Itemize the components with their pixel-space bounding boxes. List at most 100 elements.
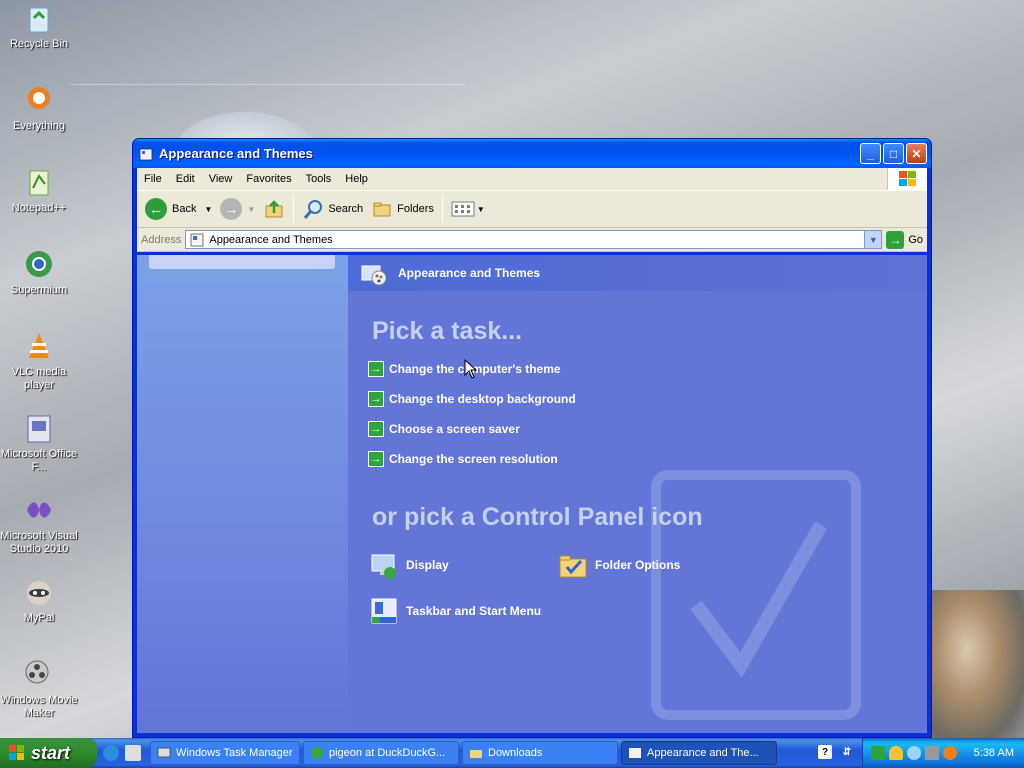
- taskbar-button-label: Appearance and The...: [647, 747, 759, 759]
- search-button[interactable]: Search: [298, 194, 367, 224]
- up-folder-icon: [265, 200, 283, 218]
- window-titlebar[interactable]: Appearance and Themes _ □ ✕: [133, 139, 931, 168]
- go-arrow-icon: →: [886, 230, 905, 249]
- taskbar-button-task-manager[interactable]: Windows Task Manager: [150, 741, 300, 765]
- help-icon[interactable]: ?: [818, 745, 832, 759]
- show-desktop-icon[interactable]: [125, 745, 141, 761]
- go-label: Go: [908, 233, 923, 246]
- back-button[interactable]: ← Back ▼: [141, 194, 216, 224]
- taskbar-button-appearance-themes[interactable]: Appearance and The...: [621, 741, 777, 765]
- task-label: Change the screen resolution: [389, 452, 558, 466]
- movie-maker-film-icon: [25, 660, 49, 684]
- system-tray: 5:38 AM: [862, 738, 1024, 768]
- forward-button[interactable]: → ▼: [216, 194, 259, 224]
- language-bar-icon[interactable]: ⇵: [840, 745, 854, 759]
- back-dropdown-icon[interactable]: ▼: [204, 205, 212, 214]
- desktop-icon-label: Supermium: [10, 284, 68, 296]
- address-bar: Address Appearance and Themes ▼ → Go: [137, 228, 927, 252]
- views-dropdown-icon: ▼: [476, 204, 485, 214]
- category-title: Appearance and Themes: [398, 266, 541, 280]
- desktop-icon-vlc[interactable]: VLC media player: [0, 330, 78, 392]
- up-folder-button[interactable]: [259, 194, 289, 224]
- menu-view[interactable]: View: [202, 173, 240, 185]
- maximize-button[interactable]: □: [883, 143, 904, 164]
- menu-file[interactable]: File: [137, 173, 169, 185]
- minimize-button[interactable]: _: [860, 143, 881, 164]
- tray-app-icon[interactable]: [871, 746, 885, 760]
- folders-icon: [373, 202, 391, 217]
- menu-help[interactable]: Help: [338, 173, 375, 185]
- task-arrow-icon: →: [368, 391, 384, 407]
- control-panel-taskbar-start-menu[interactable]: Taskbar and Start Menu: [368, 595, 541, 627]
- folder-icon: [470, 750, 482, 758]
- supermium-browser-icon: [26, 251, 52, 277]
- window-title: Appearance and Themes: [159, 146, 313, 161]
- task-screen-resolution[interactable]: → Change the screen resolution: [368, 451, 558, 467]
- folders-button[interactable]: Folders: [367, 194, 438, 224]
- views-button[interactable]: ▼: [447, 194, 489, 224]
- task-pane: [137, 255, 348, 733]
- taskbar-button-downloads[interactable]: Downloads: [462, 741, 618, 765]
- desktop-icon-movie-maker[interactable]: Windows Movie Maker: [0, 658, 78, 720]
- close-icon: ✕: [911, 146, 922, 161]
- windows-flag-icon: [9, 745, 24, 760]
- control-panel-folder-options[interactable]: Folder Options: [557, 549, 680, 581]
- maximize-icon: □: [889, 146, 898, 161]
- quick-launch: [97, 745, 147, 761]
- clock[interactable]: 5:38 AM: [974, 747, 1014, 759]
- desktop-wallpaper-rocks: [929, 590, 1024, 740]
- search-icon: [304, 200, 323, 219]
- start-label: start: [31, 742, 71, 763]
- menu-bar: File Edit View Favorites Tools Help: [137, 168, 927, 190]
- go-button[interactable]: → Go: [886, 230, 923, 249]
- everything-tray-icon[interactable]: [943, 746, 957, 760]
- security-shield-icon[interactable]: [889, 746, 903, 760]
- taskbar-button-label: Windows Task Manager: [176, 747, 293, 759]
- control-panel-display[interactable]: Display: [368, 549, 449, 581]
- vlc-cone-icon: [29, 333, 49, 358]
- taskbar: start Windows Task Manager pigeon at Duc…: [0, 738, 1024, 768]
- desktop-icon-office[interactable]: Microsoft Office F...: [0, 412, 78, 474]
- office-document-icon: [27, 415, 51, 443]
- everything-search-icon: [28, 87, 50, 109]
- address-input[interactable]: Appearance and Themes ▼: [185, 230, 883, 249]
- desktop-icon-supermium[interactable]: Supermium: [0, 248, 78, 297]
- address-page-icon: [190, 233, 204, 246]
- volume-icon[interactable]: [925, 746, 939, 760]
- desktop-icon-label: Microsoft Visual Studio 2010: [0, 530, 78, 555]
- taskbar-button-browser[interactable]: pigeon at DuckDuckG...: [303, 741, 459, 765]
- task-arrow-icon: →: [368, 361, 384, 377]
- visual-studio-icon: [27, 502, 51, 518]
- internet-explorer-icon[interactable]: [103, 745, 119, 761]
- desktop-icon-label: Windows Movie Maker: [0, 694, 78, 719]
- forward-dropdown-icon[interactable]: ▼: [247, 205, 255, 214]
- task-arrow-icon: →: [368, 451, 384, 467]
- category-header: Appearance and Themes: [348, 255, 927, 291]
- desktop-icon-mypal[interactable]: MyPal: [0, 576, 78, 625]
- task-change-background[interactable]: → Change the desktop background: [368, 391, 576, 407]
- folder-options-icon: [559, 555, 587, 578]
- task-screen-saver[interactable]: → Choose a screen saver: [368, 421, 520, 437]
- back-arrow-icon: ←: [145, 198, 167, 220]
- start-button[interactable]: start: [0, 738, 97, 768]
- windows-logo-icon: [887, 168, 927, 190]
- display-label: Display: [406, 558, 449, 572]
- menu-tools[interactable]: Tools: [299, 173, 339, 185]
- desktop-icon-notepadpp[interactable]: Notepad++: [0, 166, 78, 215]
- desktop-icon-everything[interactable]: Everything: [0, 84, 78, 133]
- close-button[interactable]: ✕: [906, 143, 927, 164]
- desktop-icon-visual-studio[interactable]: Microsoft Visual Studio 2010: [0, 494, 78, 556]
- folder-window-icon: [139, 148, 153, 160]
- menu-edit[interactable]: Edit: [169, 173, 202, 185]
- appearance-themes-window: Appearance and Themes _ □ ✕ File Edit Vi…: [132, 138, 932, 738]
- taskbar-start-menu-label: Taskbar and Start Menu: [406, 604, 542, 618]
- menu-favorites[interactable]: Favorites: [239, 173, 298, 185]
- pick-icon-heading: or pick a Control Panel icon: [372, 503, 703, 531]
- address-dropdown-icon[interactable]: ▼: [864, 231, 882, 248]
- desktop-icon-recycle-bin[interactable]: Recycle Bin: [0, 2, 78, 51]
- category-view: Appearance and Themes Pick a task... → C…: [348, 255, 927, 733]
- toolbar-separator: [293, 195, 295, 223]
- back-label: Back: [172, 203, 197, 215]
- network-icon[interactable]: [907, 746, 921, 760]
- taskbar-button-label: Downloads: [488, 747, 543, 759]
